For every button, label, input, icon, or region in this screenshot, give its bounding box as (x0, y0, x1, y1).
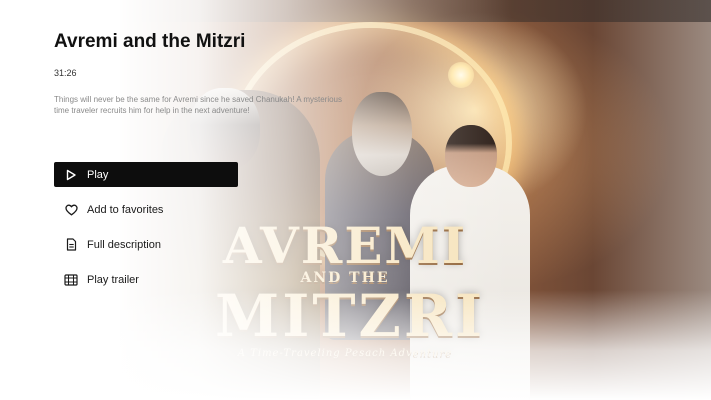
movie-detail-screen: AVREMI AND THE MITZRI A Time-Traveling P… (0, 0, 711, 400)
bottom-fade-overlay (0, 290, 711, 400)
movie-duration: 31:26 (54, 68, 77, 78)
play-label: Play (87, 168, 109, 181)
heart-icon (64, 203, 78, 217)
add-to-favorites-button[interactable]: Add to favorites (54, 197, 238, 222)
film-icon (64, 273, 78, 287)
full-description-label: Full description (87, 238, 161, 251)
play-trailer-label: Play trailer (87, 273, 139, 286)
play-icon (64, 168, 78, 182)
add-to-favorites-label: Add to favorites (87, 203, 164, 216)
movie-title: Avremi and the Mitzri (54, 31, 246, 52)
play-trailer-button[interactable]: Play trailer (54, 267, 238, 292)
play-button[interactable]: Play (54, 162, 238, 187)
movie-description: Things will never be the same for Avremi… (54, 95, 342, 115)
full-description-button[interactable]: Full description (54, 232, 238, 257)
action-menu: Play Add to favorites Full description P… (54, 162, 238, 302)
movie-info: Avremi and the Mitzri 31:26 Things will … (54, 30, 354, 116)
document-icon (64, 238, 78, 252)
